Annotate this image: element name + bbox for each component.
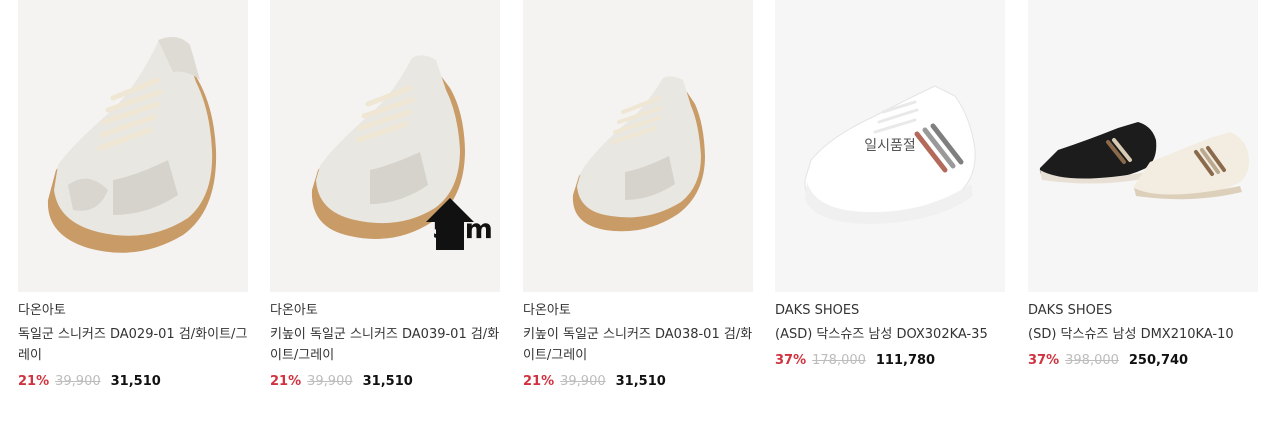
discount-rate: 21% (18, 374, 50, 389)
product-image[interactable] (18, 0, 248, 292)
price-row: 21% 39,900 31,510 (270, 373, 500, 391)
product-card[interactable]: 5cm 다온아토 키높이 독일군 스니커즈 DA039-01 검/화이트/그레이… (270, 0, 500, 391)
price-row: 37% 398,000 250,740 (1028, 352, 1258, 370)
product-name[interactable]: (ASD) 닥스슈즈 남성 DOX302KA-35 (775, 324, 1005, 345)
brand-name[interactable]: DAKS SHOES (775, 303, 1005, 319)
product-card[interactable]: 다온아토 독일군 스니커즈 DA029-01 검/화이트/그레이 21% 39,9… (18, 0, 248, 391)
original-price: 398,000 (1065, 353, 1119, 368)
brand-name[interactable]: DAKS SHOES (1028, 303, 1258, 319)
product-grid: 다온아토 독일군 스니커즈 DA029-01 검/화이트/그레이 21% 39,9… (0, 0, 1264, 425)
discount-rate: 37% (1028, 353, 1060, 368)
product-name[interactable]: (SD) 닥스슈즈 남성 DMX210KA-10 (1028, 324, 1258, 345)
product-card[interactable]: 다온아토 키높이 독일군 스니커즈 DA038-01 검/화이트/그레이 21%… (523, 0, 753, 391)
product-card[interactable]: 일시품절 DAKS SHOES (ASD) 닥스슈즈 남성 DOX302KA-3… (775, 0, 1005, 370)
product-name[interactable]: 키높이 독일군 스니커즈 DA038-01 검/화이트/그레이 (523, 324, 753, 366)
original-price: 39,900 (307, 374, 353, 389)
product-image[interactable]: 5cm (270, 0, 500, 292)
sale-price: 250,740 (1128, 353, 1189, 368)
sale-price: 111,780 (875, 353, 936, 368)
product-name[interactable]: 키높이 독일군 스니커즈 DA039-01 검/화이트/그레이 (270, 324, 500, 366)
discount-rate: 37% (775, 353, 807, 368)
original-price: 39,900 (560, 374, 606, 389)
price-row: 21% 39,900 31,510 (523, 373, 753, 391)
product-image[interactable] (523, 0, 753, 292)
product-image[interactable] (1028, 0, 1258, 292)
product-name[interactable]: 독일군 스니커즈 DA029-01 검/화이트/그레이 (18, 324, 248, 366)
original-price: 178,000 (812, 353, 866, 368)
sale-price: 31,510 (362, 374, 413, 389)
price-row: 37% 178,000 111,780 (775, 352, 1005, 370)
sneaker-image (47, 36, 217, 253)
height-badge-label: 5cm (432, 214, 493, 245)
discount-rate: 21% (523, 374, 555, 389)
original-price: 39,900 (55, 374, 101, 389)
sneaker-image (572, 76, 705, 232)
sale-price: 31,510 (615, 374, 666, 389)
discount-rate: 21% (270, 374, 302, 389)
sale-price: 31,510 (110, 374, 161, 389)
brand-name[interactable]: 다온아토 (18, 303, 248, 319)
brand-name[interactable]: 다온아토 (270, 303, 500, 319)
price-row: 21% 39,900 31,510 (18, 373, 248, 391)
height-badge: 5cm (422, 196, 500, 252)
sold-out-label: 일시품절 (864, 138, 916, 154)
product-card[interactable]: DAKS SHOES (SD) 닥스슈즈 남성 DMX210KA-10 37% 3… (1028, 0, 1258, 370)
product-image[interactable]: 일시품절 (775, 0, 1005, 292)
brand-name[interactable]: 다온아토 (523, 303, 753, 319)
sneaker-image (1039, 122, 1249, 200)
